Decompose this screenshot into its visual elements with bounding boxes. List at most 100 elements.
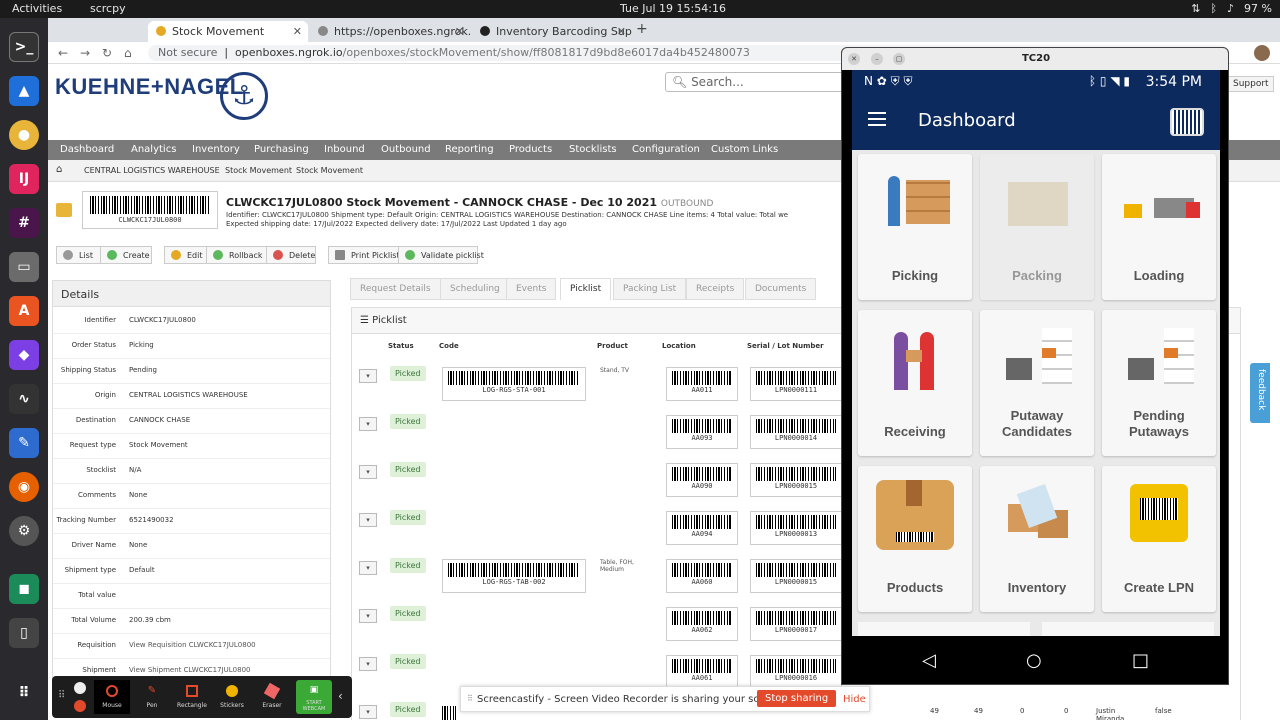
tool-pen[interactable]: ✎ Pen xyxy=(134,680,170,714)
tool-mouse[interactable]: Mouse xyxy=(94,680,130,714)
tool-stickers[interactable]: Stickers xyxy=(214,680,250,714)
close-tab-icon[interactable]: ✕ xyxy=(617,25,626,38)
close-tab-icon[interactable]: ✕ xyxy=(293,25,302,38)
col-product[interactable]: Product xyxy=(597,342,628,350)
slack-icon[interactable]: # xyxy=(9,208,39,238)
edit-button[interactable]: Edit xyxy=(164,246,208,264)
nav-stocklists[interactable]: Stocklists xyxy=(569,144,617,155)
stop-record-icon[interactable] xyxy=(74,700,86,712)
tool-rectangle[interactable]: Rectangle xyxy=(174,680,210,714)
drag-handle-icon[interactable]: ⠿ xyxy=(467,694,473,703)
validate-picklist-button[interactable]: Validate picklist xyxy=(398,246,484,264)
nav-purchasing[interactable]: Purchasing xyxy=(254,144,309,155)
nav-custom-links[interactable]: Custom Links xyxy=(711,144,778,155)
nav-outbound[interactable]: Outbound xyxy=(381,144,431,155)
tab-openboxes-ngrok[interactable]: https://openboxes.ngrok.i ✕ xyxy=(310,21,470,42)
card-putaway-candidates[interactable]: Putaway Candidates xyxy=(980,310,1094,456)
software-icon[interactable]: A xyxy=(9,296,39,326)
card-receiving[interactable]: Receiving xyxy=(858,310,972,456)
delete-button[interactable]: Delete xyxy=(266,246,316,264)
card-packing[interactable]: Packing xyxy=(980,154,1094,300)
nav-inbound[interactable]: Inbound xyxy=(324,144,365,155)
text-editor-icon[interactable]: ✎ xyxy=(9,428,39,458)
back-nav-icon[interactable]: ◁ xyxy=(922,650,936,671)
maximize-window-icon[interactable]: ▢ xyxy=(893,53,905,65)
col-code[interactable]: Code xyxy=(439,342,459,350)
drag-handle-icon[interactable]: ⠿ xyxy=(58,690,65,701)
kuehne-nagel-logo[interactable]: KUEHNE+NAGEL xyxy=(55,74,244,100)
close-tab-icon[interactable]: ✕ xyxy=(455,25,464,38)
card-loading[interactable]: Loading xyxy=(1102,154,1216,300)
row-dropdown-button[interactable]: ▾ xyxy=(359,417,377,431)
product-name[interactable]: Stand, TV xyxy=(600,367,650,374)
feedback-tab[interactable]: feedback xyxy=(1250,363,1270,423)
row-dropdown-button[interactable]: ▾ xyxy=(359,513,377,527)
home-breadcrumb-icon[interactable]: ⌂ xyxy=(56,164,62,175)
files-icon[interactable]: ▭ xyxy=(9,252,39,282)
pause-icon[interactable] xyxy=(74,682,86,694)
tab-packing-list[interactable]: Packing List xyxy=(613,278,687,300)
nav-configuration[interactable]: Configuration xyxy=(632,144,700,155)
reload-icon[interactable]: ↻ xyxy=(102,46,112,60)
start-webcam-button[interactable]: ▣ START WEBCAM xyxy=(296,680,332,714)
home-icon[interactable]: ⌂ xyxy=(124,46,132,60)
row-dropdown-button[interactable]: ▾ xyxy=(359,609,377,623)
card-create-lpn[interactable]: Create LPN xyxy=(1102,466,1216,612)
rollback-button[interactable]: Rollback xyxy=(206,246,268,264)
profile-avatar[interactable] xyxy=(1254,45,1270,61)
device-icon[interactable]: ▯ xyxy=(9,618,39,648)
tab-receipts[interactable]: Receipts xyxy=(686,278,745,300)
stop-sharing-button[interactable]: Stop sharing xyxy=(757,690,837,707)
tab-request-details[interactable]: Request Details xyxy=(350,278,441,300)
forward-icon[interactable]: → xyxy=(80,46,90,60)
tab-scheduling[interactable]: Scheduling xyxy=(440,278,510,300)
card-products[interactable]: Products xyxy=(858,466,972,612)
col-serial-lot[interactable]: Serial / Lot Number xyxy=(747,342,824,350)
new-tab-icon[interactable]: + xyxy=(636,21,648,37)
row-dropdown-button[interactable]: ▾ xyxy=(359,657,377,671)
row-dropdown-button[interactable]: ▾ xyxy=(359,705,377,719)
breadcrumb-stock-movement[interactable]: Stock Movement xyxy=(225,166,292,175)
close-window-icon[interactable]: ✕ xyxy=(848,53,860,65)
nav-dashboard[interactable]: Dashboard xyxy=(60,144,114,155)
recents-nav-icon[interactable]: □ xyxy=(1132,650,1149,671)
app-launcher-icon[interactable]: ▲ xyxy=(9,76,39,106)
list-button[interactable]: List xyxy=(56,246,102,264)
system-clock[interactable]: Tue Jul 19 15:54:16 xyxy=(620,2,726,15)
tab-inventory-barcoding[interactable]: Inventory Barcoding Supp ✕ xyxy=(472,21,632,42)
nav-products[interactable]: Products xyxy=(509,144,552,155)
row-dropdown-button[interactable]: ▾ xyxy=(359,369,377,383)
activities-button[interactable]: Activities xyxy=(12,2,62,15)
detail-link[interactable]: View Requisition CLWCKC17JUL0800 xyxy=(129,641,256,649)
hide-button[interactable]: Hide xyxy=(843,694,866,705)
active-app-name[interactable]: scrcpy xyxy=(90,2,126,15)
breadcrumb-current[interactable]: Stock Movement xyxy=(296,166,363,175)
nav-inventory[interactable]: Inventory xyxy=(192,144,240,155)
postman-icon[interactable]: ◆ xyxy=(9,340,39,370)
system-tray[interactable]: ⇅ ᛒ ♪ 97 % xyxy=(1191,2,1272,15)
nav-analytics[interactable]: Analytics xyxy=(131,144,176,155)
menu-icon[interactable] xyxy=(868,112,886,126)
row-dropdown-button[interactable]: ▾ xyxy=(359,561,377,575)
barcode-scanner-icon[interactable] xyxy=(1170,108,1204,136)
tab-events[interactable]: Events xyxy=(506,278,557,300)
breadcrumb-warehouse[interactable]: CENTRAL LOGISTICS WAREHOUSE xyxy=(84,166,220,175)
collapse-toolbar-icon[interactable]: ‹ xyxy=(338,689,343,703)
card-picking[interactable]: Picking xyxy=(858,154,972,300)
support-button[interactable]: Support xyxy=(1228,76,1274,92)
col-location[interactable]: Location xyxy=(662,342,696,350)
col-status[interactable]: Status xyxy=(388,342,414,350)
tab-documents[interactable]: Documents xyxy=(745,278,817,300)
search-input[interactable]: 🔍︎ Search... xyxy=(665,72,845,92)
chrome-icon[interactable]: ● xyxy=(9,120,39,150)
minimize-window-icon[interactable]: – xyxy=(871,53,883,65)
card-inventory[interactable]: Inventory xyxy=(980,466,1094,612)
monitor-icon[interactable]: ∿ xyxy=(9,384,39,414)
firefox-icon[interactable]: ◉ xyxy=(9,472,39,502)
detail-link[interactable]: View Shipment CLWCKC17JUL0800 xyxy=(129,666,251,674)
tool-eraser[interactable]: Eraser xyxy=(254,680,290,714)
android-icon[interactable]: ◼ xyxy=(9,574,39,604)
home-nav-icon[interactable]: ○ xyxy=(1026,650,1042,671)
tab-stock-movement[interactable]: Stock Movement ✕ xyxy=(148,21,308,42)
nav-reporting[interactable]: Reporting xyxy=(445,144,494,155)
